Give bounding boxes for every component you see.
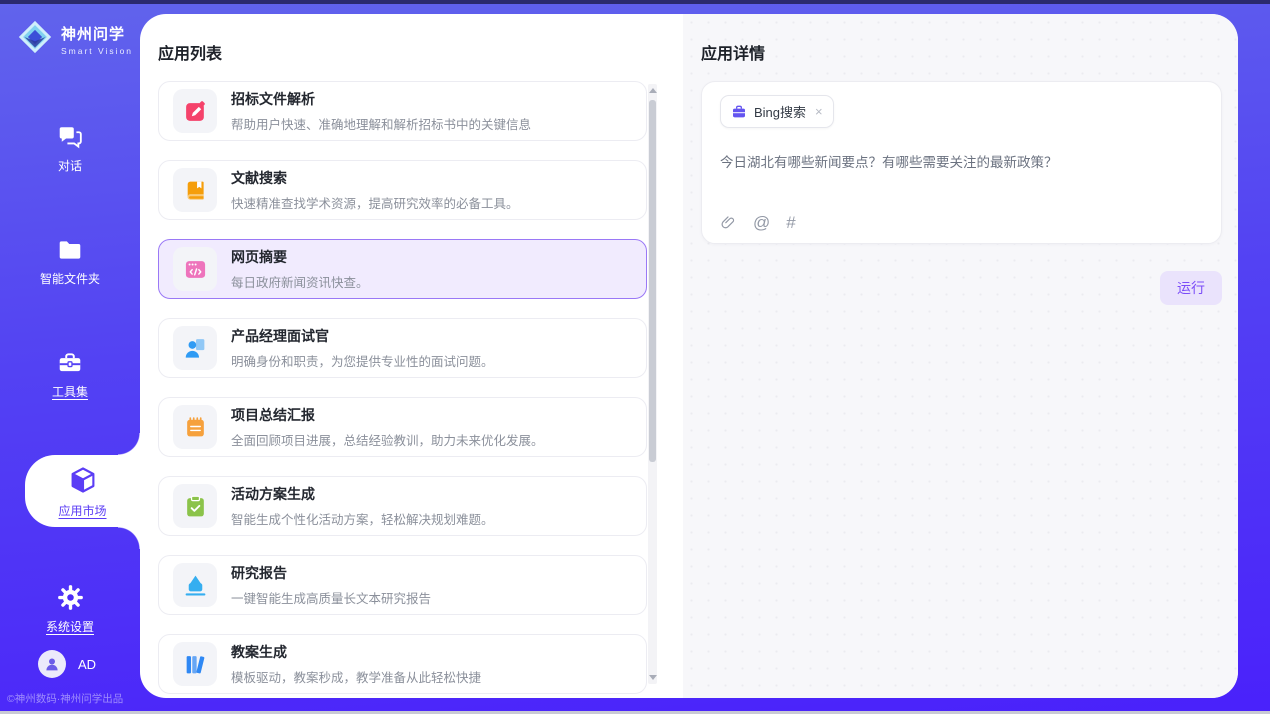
app-list-item-8[interactable]: 教案生成模板驱动，教案秒成，教学准备从此轻松快捷 bbox=[158, 634, 647, 694]
interviewer-icon bbox=[173, 326, 217, 370]
user-icon bbox=[43, 655, 61, 673]
folder-icon bbox=[57, 237, 83, 263]
sidebar-item-2[interactable]: 智能文件夹 bbox=[0, 229, 140, 293]
user-label: AD bbox=[78, 657, 96, 672]
app-detail-title: 应用详情 bbox=[701, 40, 1222, 64]
app-item-desc: 模板驱动，教案秒成，教学准备从此轻松快捷 bbox=[231, 667, 481, 686]
sidebar-item-5[interactable]: 系统设置 bbox=[0, 576, 140, 641]
sidebar-item-4[interactable]: 应用市场 bbox=[25, 455, 140, 527]
document-edit-icon bbox=[173, 89, 217, 133]
app-item-desc: 明确身份和职责，为您提供专业性的面试问题。 bbox=[231, 351, 494, 370]
app-item-title: 网页摘要 bbox=[231, 247, 369, 267]
tool-tag-bing-search[interactable]: Bing搜索 × bbox=[720, 95, 834, 128]
app-list-item-6[interactable]: 活动方案生成智能生成个性化活动方案，轻松解决规划难题。 bbox=[158, 476, 647, 536]
app-item-title: 产品经理面试官 bbox=[231, 326, 494, 346]
cube-icon bbox=[68, 465, 98, 495]
tool-tag-label: Bing搜索 bbox=[754, 102, 806, 121]
brand-subtitle: Smart Vision bbox=[61, 46, 133, 56]
app-item-desc: 全面回顾项目进展，总结经验教训，助力未来优化发展。 bbox=[231, 430, 544, 449]
brand-logo-icon bbox=[16, 18, 54, 61]
avatar[interactable] bbox=[38, 650, 66, 678]
attachment-icon[interactable] bbox=[720, 214, 737, 231]
app-item-desc: 帮助用户快速、准确地理解和解析招标书中的关键信息 bbox=[231, 114, 531, 133]
note-icon bbox=[173, 405, 217, 449]
sidebar-item-label: 对话 bbox=[58, 157, 82, 174]
app-list-item-1[interactable]: 招标文件解析帮助用户快速、准确地理解和解析招标书中的关键信息 bbox=[158, 81, 647, 141]
app-list-scrollbar[interactable] bbox=[648, 84, 657, 684]
brand-logo: 神州问学 Smart Vision bbox=[0, 4, 140, 61]
app-list-item-5[interactable]: 项目总结汇报全面回顾项目进展，总结经验教训，助力未来优化发展。 bbox=[158, 397, 647, 457]
app-item-title: 活动方案生成 bbox=[231, 484, 494, 504]
sidebar-nav: 对话智能文件夹工具集应用市场系统设置 bbox=[0, 116, 140, 641]
toolbox-icon bbox=[57, 350, 83, 376]
app-list-item-4[interactable]: 产品经理面试官明确身份和职责，为您提供专业性的面试问题。 bbox=[158, 318, 647, 378]
close-icon[interactable]: × bbox=[815, 104, 823, 119]
sidebar-item-label: 应用市场 bbox=[58, 502, 106, 519]
sidebar-item-1[interactable]: 对话 bbox=[0, 116, 140, 180]
clipboard-check-icon bbox=[173, 484, 217, 528]
app-item-title: 文献搜索 bbox=[231, 168, 519, 188]
mention-icon[interactable]: @ bbox=[753, 214, 770, 231]
window-top-edge bbox=[0, 0, 1270, 4]
sidebar: 神州问学 Smart Vision 对话智能文件夹工具集应用市场系统设置 AD … bbox=[0, 4, 140, 714]
app-item-desc: 每日政府新闻资讯快查。 bbox=[231, 272, 369, 291]
sidebar-item-label: 系统设置 bbox=[46, 618, 94, 635]
app-list-item-3[interactable]: 网页摘要每日政府新闻资讯快查。 bbox=[158, 239, 647, 299]
copyright: ©神州数码·神州问学出品 bbox=[7, 691, 123, 706]
app-item-title: 招标文件解析 bbox=[231, 89, 531, 109]
briefcase-icon bbox=[731, 104, 747, 120]
scrollbar-down-arrow-icon[interactable] bbox=[649, 675, 657, 680]
scrollbar-up-arrow-icon[interactable] bbox=[649, 88, 657, 93]
chat-icon bbox=[57, 124, 83, 150]
book-icon bbox=[173, 168, 217, 212]
attach-toolbar: @# bbox=[720, 214, 796, 231]
brand-name: 神州问学 bbox=[61, 23, 133, 44]
scrollbar-thumb[interactable] bbox=[649, 100, 656, 462]
app-item-title: 研究报告 bbox=[231, 563, 431, 583]
app-item-desc: 快速精准查找学术资源，提高研究效率的必备工具。 bbox=[231, 193, 519, 212]
app-detail-panel: 应用详情 Bing搜索 × 今日湖北有哪些新闻要点？有哪些需要关注的最新政策？ … bbox=[683, 14, 1238, 698]
app-list-panel: 应用列表 招标文件解析帮助用户快速、准确地理解和解析招标书中的关键信息文献搜索快… bbox=[140, 14, 683, 698]
app-list-item-7[interactable]: 研究报告一键智能生成高质量长文本研究报告 bbox=[158, 555, 647, 615]
app-list-title: 应用列表 bbox=[158, 40, 683, 64]
sidebar-item-3[interactable]: 工具集 bbox=[0, 342, 140, 406]
app-list: 招标文件解析帮助用户快速、准确地理解和解析招标书中的关键信息文献搜索快速精准查找… bbox=[158, 81, 647, 698]
app-item-title: 教案生成 bbox=[231, 642, 481, 662]
prompt-card: Bing搜索 × 今日湖北有哪些新闻要点？有哪些需要关注的最新政策？ @# bbox=[701, 81, 1222, 244]
ink-pen-icon bbox=[173, 563, 217, 607]
books-icon bbox=[173, 642, 217, 686]
prompt-text[interactable]: 今日湖北有哪些新闻要点？有哪些需要关注的最新政策？ bbox=[720, 151, 1203, 171]
user-row[interactable]: AD bbox=[38, 650, 96, 678]
app-item-title: 项目总结汇报 bbox=[231, 405, 544, 425]
hash-icon[interactable]: # bbox=[786, 214, 795, 231]
gear-icon bbox=[57, 584, 84, 611]
app-list-item-2[interactable]: 文献搜索快速精准查找学术资源，提高研究效率的必备工具。 bbox=[158, 160, 647, 220]
browser-icon bbox=[173, 247, 217, 291]
sidebar-item-label: 智能文件夹 bbox=[40, 270, 100, 287]
run-button[interactable]: 运行 bbox=[1160, 271, 1222, 305]
app-item-desc: 一键智能生成高质量长文本研究报告 bbox=[231, 588, 431, 607]
sidebar-item-label: 工具集 bbox=[52, 383, 88, 400]
app-item-desc: 智能生成个性化活动方案，轻松解决规划难题。 bbox=[231, 509, 494, 528]
main-panel: 应用列表 招标文件解析帮助用户快速、准确地理解和解析招标书中的关键信息文献搜索快… bbox=[140, 14, 1238, 698]
